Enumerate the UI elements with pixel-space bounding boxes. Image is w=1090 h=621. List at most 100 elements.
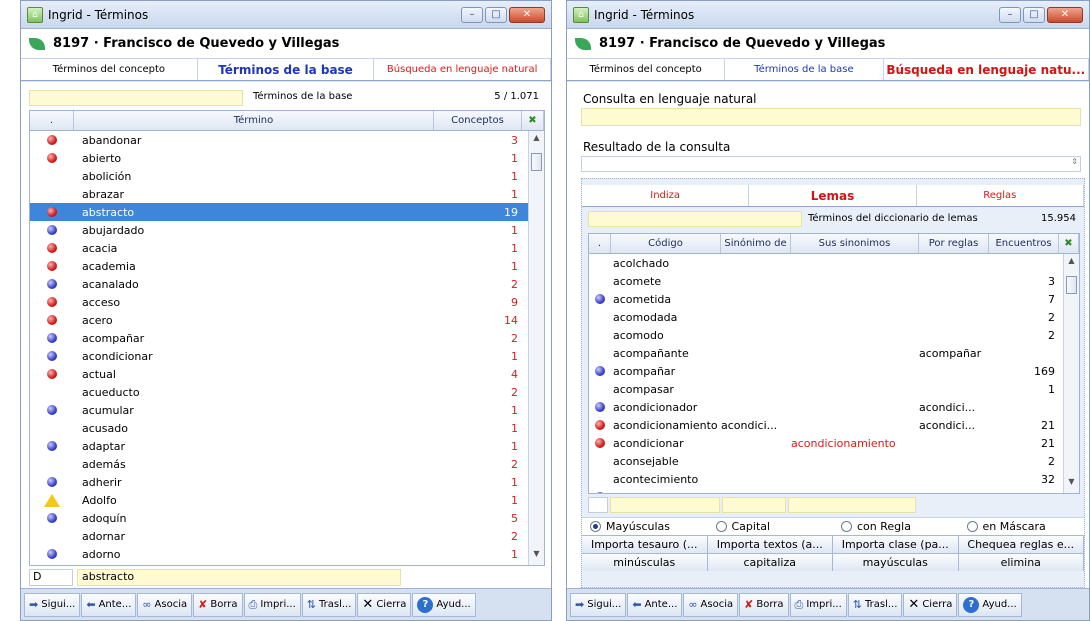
maximize-button[interactable]: □ <box>1023 6 1045 23</box>
subtab-lemas[interactable]: Lemas <box>749 185 917 206</box>
table-row[interactable]: abierto 1 <box>30 149 544 167</box>
radio-in-mask[interactable]: en Máscara <box>959 520 1085 533</box>
filter-input[interactable] <box>29 90 243 106</box>
edit-term-field[interactable]: abstracto <box>77 569 401 586</box>
import-thesaurus-button[interactable]: Importa tesauro (... <box>582 536 708 553</box>
col-hits[interactable]: Encuentros <box>989 234 1059 253</box>
delete-button[interactable]: ✘ Borra <box>739 592 789 617</box>
lemma-edit-code[interactable] <box>588 497 608 513</box>
delete-lemma-button[interactable]: elimina <box>958 554 1084 571</box>
table-row[interactable]: acusado 1 <box>30 419 544 437</box>
col-icon[interactable]: . <box>30 111 74 130</box>
table-row[interactable]: adornar 2 <box>30 527 544 545</box>
help-button[interactable]: ? Ayud... <box>412 592 476 617</box>
col-icon[interactable]: . <box>589 234 611 253</box>
col-by-rules[interactable]: Por reglas <box>919 234 989 253</box>
tab-base-terms[interactable]: Términos de la base <box>725 59 884 80</box>
close-window-button[interactable]: ✕ Cierra <box>357 592 412 617</box>
table-row[interactable]: abrazar 1 <box>30 185 544 203</box>
import-texts-button[interactable]: Importa textos (a... <box>707 536 833 553</box>
scroll-thumb[interactable] <box>531 153 542 171</box>
scroll-down-icon[interactable]: ▼ <box>529 549 544 563</box>
close-button[interactable]: ✕ <box>509 6 545 23</box>
tab-concept-terms[interactable]: Términos del concepto <box>567 59 726 80</box>
lemma-filter-input[interactable] <box>588 211 802 227</box>
subtab-indiza[interactable]: Indiza <box>582 185 750 206</box>
scroll-up-icon[interactable]: ▲ <box>1064 256 1079 270</box>
scroll-thumb[interactable] <box>1066 276 1077 294</box>
table-row[interactable]: acondicionar acondicionamiento 21 <box>589 434 1079 452</box>
associate-button[interactable]: ∞ Asocia <box>137 592 193 617</box>
transfer-button[interactable]: ⇅ Trasl... <box>847 592 903 617</box>
next-button[interactable]: ➡ Sigui... <box>570 592 627 617</box>
close-window-button[interactable]: ✕ Cierra <box>903 592 958 617</box>
table-row[interactable]: acompañante acompañar <box>589 344 1079 362</box>
uppercase-button[interactable]: mayúsculas <box>833 554 959 571</box>
minimize-button[interactable]: – <box>999 6 1021 23</box>
import-class-button[interactable]: Importa clase (pa... <box>833 536 959 553</box>
help-button[interactable]: ? Ayud... <box>958 592 1022 617</box>
table-row[interactable]: abstracto 19 <box>30 203 544 221</box>
title-bar[interactable]: ⌂ Ingrid - Términos – □ ✕ <box>21 1 551 29</box>
table-row[interactable]: acero 14 <box>30 311 544 329</box>
table-row[interactable]: adherir 1 <box>30 473 544 491</box>
col-synonyms[interactable]: Sus sinonimos <box>791 234 919 253</box>
query-input[interactable] <box>581 108 1081 126</box>
table-row[interactable]: abolición 1 <box>30 167 544 185</box>
title-bar[interactable]: ⌂ Ingrid - Términos – □ ✕ <box>567 1 1089 29</box>
edit-code-field[interactable]: D <box>29 569 73 586</box>
result-field[interactable]: ⇕ <box>581 156 1081 172</box>
table-row[interactable]: Adolfo 1 <box>30 491 544 509</box>
table-row[interactable]: adorno 1 <box>30 545 544 563</box>
associate-button[interactable]: ∞ Asocia <box>683 592 739 617</box>
table-row[interactable]: acomodada 2 <box>589 308 1079 326</box>
capitalize-button[interactable]: capitaliza <box>707 554 833 571</box>
maximize-button[interactable]: □ <box>485 6 507 23</box>
scroll-down-icon[interactable]: ▼ <box>1064 477 1079 491</box>
table-row[interactable]: academia 1 <box>30 257 544 275</box>
col-term[interactable]: Término <box>74 111 434 130</box>
table-row[interactable]: acompañar 169 <box>589 362 1079 380</box>
vertical-scrollbar[interactable]: ▲ ▼ <box>1063 254 1079 493</box>
tab-base-terms[interactable]: Términos de la base <box>198 59 375 80</box>
table-row[interactable]: acondicionamiento acondici... acondici... 2… <box>589 416 1079 434</box>
excel-icon[interactable]: ✖ <box>522 111 544 130</box>
col-code[interactable]: Código <box>611 234 721 253</box>
table-row[interactable]: acumular 1 <box>30 401 544 419</box>
minimize-button[interactable]: – <box>461 6 483 23</box>
synonyms-edit-field[interactable] <box>788 497 916 513</box>
table-row[interactable]: acolchado <box>589 254 1079 272</box>
table-row[interactable]: acomodo 2 <box>589 326 1079 344</box>
transfer-button[interactable]: ⇅ Trasl... <box>301 592 357 617</box>
radio-uppercase[interactable]: Mayúsculas <box>582 520 708 533</box>
radio-capital[interactable]: Capital <box>708 520 834 533</box>
tab-natural-search[interactable]: Búsqueda en lenguaje natu... <box>884 59 1089 80</box>
col-concepts[interactable]: Conceptos <box>434 111 522 130</box>
table-row[interactable]: acometida 7 <box>589 290 1079 308</box>
spin-icon[interactable]: ⇕ <box>1071 157 1078 166</box>
table-row[interactable]: acompasar 1 <box>589 380 1079 398</box>
excel-icon[interactable]: ✖ <box>1059 234 1079 253</box>
table-row[interactable]: adoquín 5 <box>30 509 544 527</box>
table-row[interactable]: aconsejable 2 <box>589 452 1079 470</box>
table-row[interactable]: acompañar 2 <box>30 329 544 347</box>
lemma-edit-field[interactable] <box>610 497 720 513</box>
tab-concept-terms[interactable]: Términos del concepto <box>21 59 198 80</box>
table-row[interactable]: acondicionador acondici... <box>589 398 1079 416</box>
table-row[interactable]: acueducto 2 <box>30 383 544 401</box>
table-row[interactable]: adaptar 1 <box>30 437 544 455</box>
radio-with-rule[interactable]: con Regla <box>833 520 959 533</box>
table-row[interactable]: acopiar acopio <box>589 488 1079 493</box>
scroll-up-icon[interactable]: ▲ <box>529 133 544 147</box>
previous-button[interactable]: ⬅ Ante... <box>627 592 683 617</box>
table-row[interactable]: acondicionar 1 <box>30 347 544 365</box>
delete-button[interactable]: ✘ Borra <box>193 592 243 617</box>
table-row[interactable]: abujardado 1 <box>30 221 544 239</box>
col-synonym-of[interactable]: Sinónimo de <box>721 234 791 253</box>
table-row[interactable]: además 2 <box>30 455 544 473</box>
close-button[interactable]: ✕ <box>1047 6 1083 23</box>
subtab-reglas[interactable]: Reglas <box>917 185 1084 206</box>
synonym-edit-field[interactable] <box>722 497 786 513</box>
check-rules-button[interactable]: Chequea reglas e... <box>958 536 1084 553</box>
table-row[interactable]: acceso 9 <box>30 293 544 311</box>
